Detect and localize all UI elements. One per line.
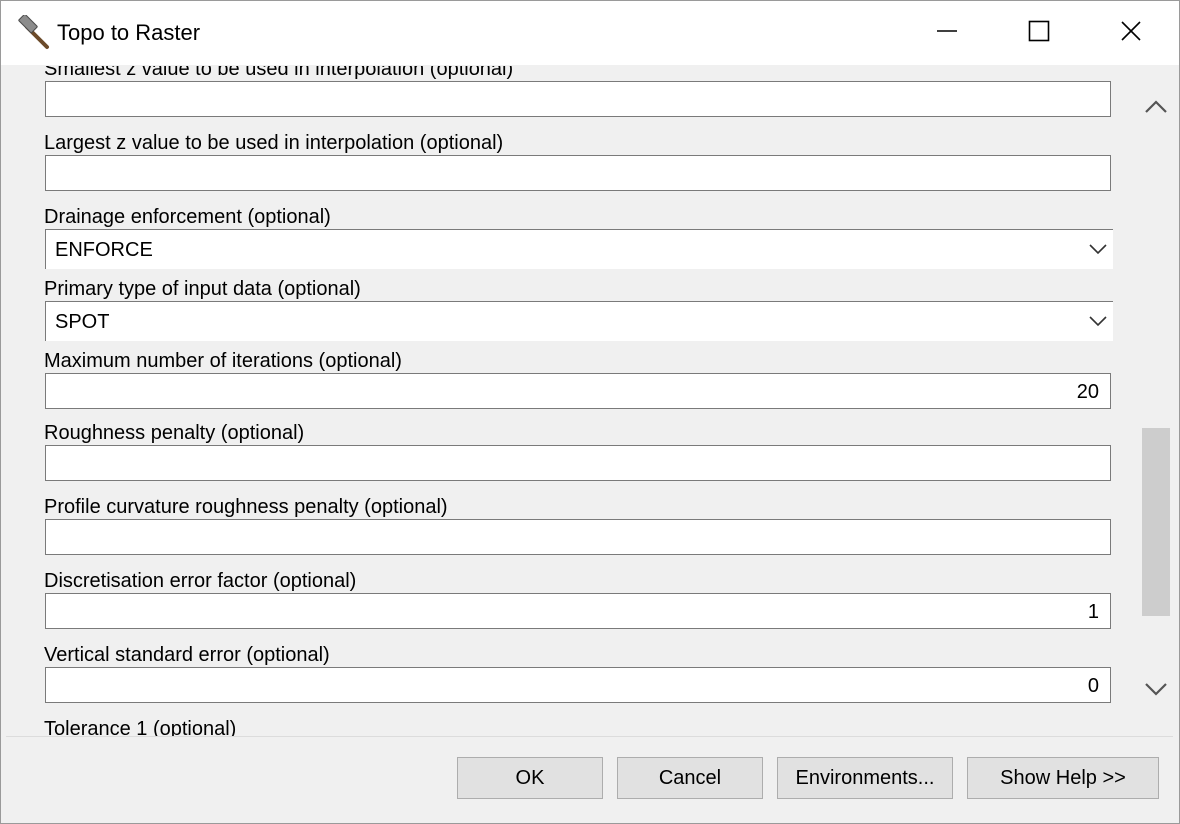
max-iterations-value: 20 [1076, 381, 1099, 403]
window-title: Topo to Raster [57, 20, 201, 45]
param-label-drainage-enforcement: Drainage enforcement (optional) [44, 206, 331, 228]
minimize-icon [936, 20, 958, 47]
param-label-vertical-standard-error: Vertical standard error (optional) [44, 644, 330, 666]
parameters-panel: Smallest z value to be used in interpola… [6, 66, 1173, 736]
param-label-max-iterations: Maximum number of iterations (optional) [44, 350, 402, 372]
hammer-icon [17, 13, 53, 51]
chevron-down-icon [1144, 681, 1168, 702]
environments-button[interactable]: Environments... [777, 757, 953, 799]
smallest-z-input[interactable] [45, 81, 1111, 117]
button-bar-divider [6, 736, 1173, 737]
primary-type-select[interactable]: SPOT [45, 301, 1113, 341]
maximize-button[interactable] [993, 1, 1085, 65]
scrollbar-thumb[interactable] [1142, 428, 1170, 616]
close-button[interactable] [1085, 1, 1177, 65]
chevron-down-icon [1089, 314, 1107, 332]
maximize-icon [1028, 20, 1050, 47]
param-label-discretisation-error: Discretisation error factor (optional) [44, 570, 357, 592]
primary-type-value: SPOT [55, 311, 110, 333]
vertical-standard-error-value: 0 [1087, 675, 1099, 697]
discretisation-error-value: 1 [1087, 601, 1099, 623]
minimize-button[interactable] [901, 1, 993, 65]
ok-button[interactable]: OK [457, 757, 603, 799]
param-label-tolerance-1: Tolerance 1 (optional) [44, 718, 237, 736]
param-label-primary-type: Primary type of input data (optional) [44, 278, 361, 300]
cancel-button[interactable]: Cancel [617, 757, 763, 799]
title-bar[interactable]: Topo to Raster [1, 1, 1179, 65]
vertical-standard-error-input[interactable]: 0 [45, 667, 1111, 703]
param-label-profile-curvature: Profile curvature roughness penalty (opt… [44, 496, 448, 518]
profile-curvature-input[interactable] [45, 519, 1111, 555]
show-help-button[interactable]: Show Help >> [967, 757, 1159, 799]
scroll-down-button[interactable] [1139, 676, 1173, 706]
drainage-enforcement-select[interactable]: ENFORCE [45, 229, 1113, 269]
scroll-up-button[interactable] [1139, 94, 1173, 124]
roughness-penalty-input[interactable] [45, 445, 1111, 481]
chevron-up-icon [1144, 99, 1168, 120]
vertical-scrollbar[interactable] [1139, 66, 1173, 736]
chevron-down-icon [1089, 242, 1107, 260]
param-label-largest-z: Largest z value to be used in interpolat… [44, 132, 504, 154]
drainage-enforcement-value: ENFORCE [55, 239, 153, 261]
close-icon [1120, 20, 1142, 47]
largest-z-input[interactable] [45, 155, 1111, 191]
param-label-smallest-z: Smallest z value to be used in interpola… [44, 66, 514, 80]
dialog-window: Topo to Raster Smallest z value to be us… [0, 0, 1180, 824]
discretisation-error-input[interactable]: 1 [45, 593, 1111, 629]
param-label-roughness-penalty: Roughness penalty (optional) [44, 422, 305, 444]
max-iterations-input[interactable]: 20 [45, 373, 1111, 409]
